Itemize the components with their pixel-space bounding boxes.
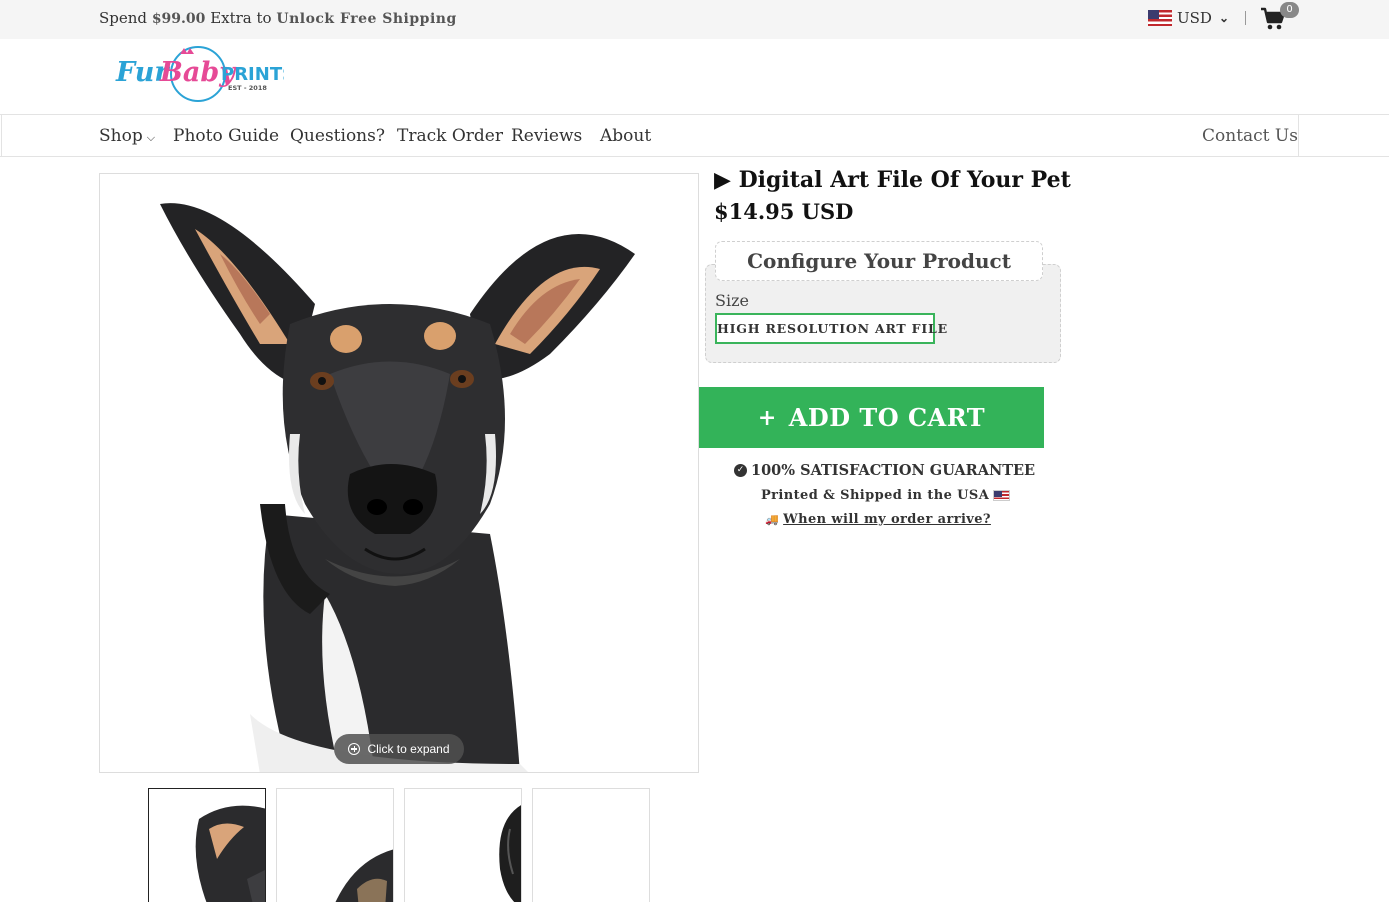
thumbnail-1[interactable] — [148, 788, 266, 902]
thumbnail-3[interactable] — [404, 788, 522, 902]
currency-selector[interactable]: USD ⌄ — [1148, 9, 1229, 27]
expand-label: Click to expand — [367, 742, 450, 756]
chevron-down-icon: ⌵ — [146, 131, 156, 144]
nav-shop-label: Shop — [99, 126, 143, 146]
chevron-down-icon: ⌄ — [1218, 11, 1230, 25]
thumbnail-2[interactable] — [276, 788, 394, 902]
announcement-bar: Spend $99.00 Extra to Unlock Free Shippi… — [0, 0, 1389, 39]
nav-contact-us[interactable]: Contact Us — [1202, 126, 1298, 146]
nav-shop[interactable]: Shop ⌵ — [99, 126, 155, 146]
shipped-text: Printed & Shipped in the USA — [761, 488, 990, 503]
truck-icon: 🚚 — [765, 513, 780, 526]
free-shipping-promo: Spend $99.00 Extra to Unlock Free Shippi… — [99, 9, 457, 27]
product-price: $14.95 USD — [714, 199, 854, 224]
promo-middle: Extra to — [210, 9, 272, 27]
guarantee-text: 100% SATISFACTION GUARANTEE — [751, 462, 1036, 479]
currency-label: USD — [1177, 9, 1212, 27]
zoom-in-icon — [348, 743, 361, 755]
dog-portrait-image — [160, 203, 635, 772]
svg-text:EST - 2018: EST - 2018 — [228, 84, 267, 92]
satisfaction-guarantee: ✓ 100% SATISFACTION GUARANTEE — [734, 462, 1035, 479]
main-navigation: Shop ⌵ Photo Guide Questions? Track Order… — [0, 114, 1389, 157]
nav-track-order[interactable]: Track Order — [397, 126, 503, 146]
cart-count-badge: 0 — [1280, 2, 1299, 18]
plus-icon: + — [757, 404, 777, 431]
site-logo[interactable]: Fur Baby PRINTS EST - 2018 — [114, 45, 284, 103]
add-to-cart-button[interactable]: + ADD TO CART — [699, 387, 1044, 448]
check-circle-icon: ✓ — [734, 464, 747, 477]
thumbnail-image — [335, 849, 393, 902]
click-to-expand-button[interactable]: Click to expand — [334, 734, 464, 764]
thumbnail-4[interactable] — [532, 788, 650, 902]
nav-photo-guide[interactable]: Photo Guide — [173, 126, 279, 146]
shipping-origin: Printed & Shipped in the USA — [761, 488, 1011, 503]
promo-prefix: Spend — [99, 9, 148, 27]
nav-about[interactable]: About — [600, 126, 651, 146]
nav-questions[interactable]: Questions? — [290, 126, 385, 146]
svg-text:PRINTS: PRINTS — [221, 64, 284, 85]
promo-amount: $99.00 — [151, 11, 206, 27]
size-option-high-res[interactable]: HIGH RESOLUTION ART FILE — [715, 313, 947, 344]
promo-cta: Unlock Free Shipping — [276, 11, 457, 27]
configure-title: Configure Your Product — [715, 241, 1043, 281]
add-to-cart-label: ADD TO CART — [788, 403, 986, 432]
us-flag-icon — [993, 490, 1011, 501]
product-title: ▶ Digital Art File Of Your Pet — [714, 167, 1071, 193]
arrival-link[interactable]: When will my order arrive? — [783, 512, 991, 527]
thumbnail-image — [195, 805, 265, 902]
us-flag-icon — [1148, 10, 1172, 26]
size-label: Size — [715, 291, 749, 310]
product-main-image[interactable]: Click to expand — [99, 173, 699, 773]
nav-reviews[interactable]: Reviews — [511, 126, 582, 146]
thumbnail-image — [499, 805, 521, 902]
topbar-divider — [1245, 11, 1246, 25]
arrival-info[interactable]: 🚚 When will my order arrive? — [765, 512, 991, 527]
